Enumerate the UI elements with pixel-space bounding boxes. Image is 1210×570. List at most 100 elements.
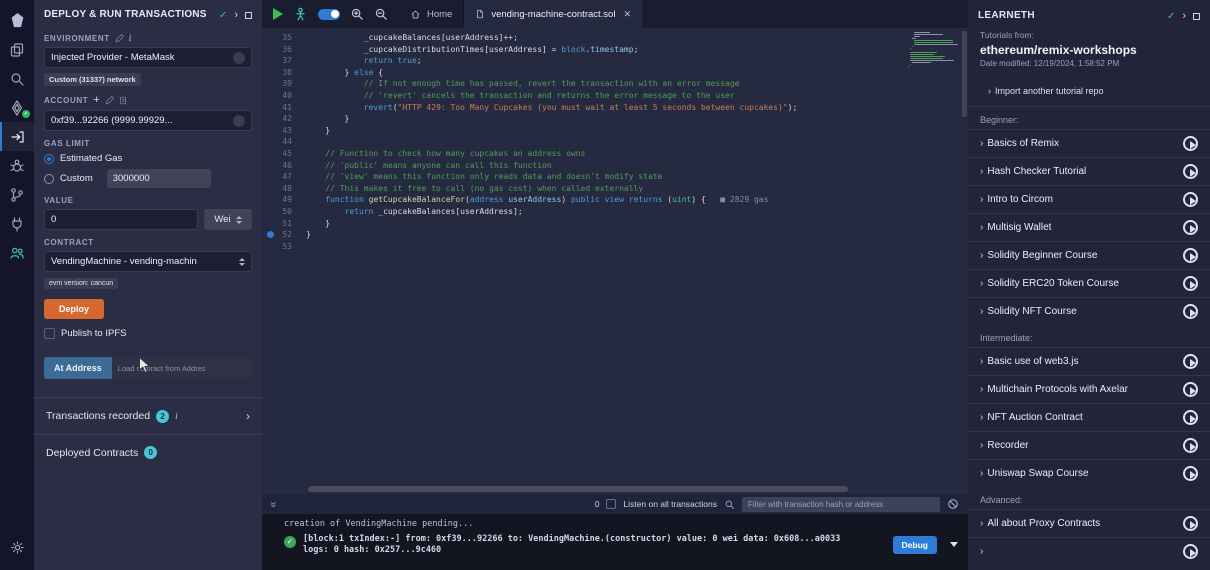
environment-options-icon[interactable] [233,52,245,64]
play-icon[interactable] [1183,304,1198,319]
tutorial-item[interactable]: ›Solidity Beginner Course [968,241,1210,269]
code-line[interactable]: // If not enough time has passed, revert… [306,78,908,90]
listen-transactions-checkbox[interactable] [606,499,616,509]
play-icon[interactable] [1183,466,1198,481]
editor-code[interactable]: _cupcakeBalances[userAddress]++; _cupcak… [306,28,908,494]
walkthrough-icon[interactable] [293,7,308,22]
code-line[interactable]: function getCupcakeBalanceFor(address us… [306,194,908,206]
tutorial-item[interactable]: ›Solidity ERC20 Token Course [968,269,1210,297]
settings-icon[interactable] [0,533,34,562]
tutorial-item[interactable]: ›NFT Auction Contract [968,403,1210,431]
run-script-icon[interactable] [273,8,283,20]
expand-transactions-icon[interactable]: › [246,409,250,423]
code-line[interactable] [306,241,908,253]
custom-gas-option[interactable]: Custom [44,169,252,188]
code-line[interactable]: // 'public' means anyone can call this f… [306,160,908,172]
code-line[interactable]: // 'view' means this function only reads… [306,171,908,183]
line-number[interactable]: 51 [262,218,306,230]
at-address-input[interactable] [112,364,252,373]
line-number[interactable]: 41 [262,102,306,114]
code-line[interactable]: } [306,125,908,137]
code-line[interactable]: return _cupcakeBalances[userAddress]; [306,206,908,218]
debug-button[interactable]: Debug [893,536,937,554]
search-icon[interactable] [0,64,34,93]
terminal-expand-icon[interactable]: « [269,501,280,507]
transaction-entry[interactable]: ✓ [block:1 txIndex:-] from: 0xf39...9226… [284,534,962,555]
play-icon[interactable] [1183,438,1198,453]
code-line[interactable]: } [306,229,908,241]
line-number[interactable]: 53 [262,241,306,253]
contract-select[interactable]: VendingMachine - vending-machin [44,251,252,272]
value-input[interactable] [44,209,198,230]
publish-ipfs-row[interactable]: Publish to IPFS [44,328,252,339]
line-number[interactable]: 52 [262,229,306,241]
close-tab-icon[interactable]: ✕ [623,9,631,20]
zoom-out-icon[interactable] [374,7,388,21]
line-number[interactable]: 42 [262,113,306,125]
tutorial-item[interactable]: ›Multisig Wallet [968,213,1210,241]
transactions-info-icon[interactable]: i [175,411,178,421]
line-number[interactable]: 39 [262,78,306,90]
account-select[interactable]: 0xf39...92266 (9999.99929... [44,110,252,131]
terminal[interactable]: creation of VendingMachine pending... ✓ … [262,514,968,570]
line-number[interactable]: 43 [262,125,306,137]
custom-gas-input[interactable] [107,169,211,188]
tutorial-item[interactable]: › [968,537,1210,565]
code-line[interactable]: } [306,218,908,230]
add-account-icon[interactable]: + [93,95,100,106]
tutorial-item[interactable]: ›Multichain Protocols with Axelar [968,375,1210,403]
line-number[interactable]: 37 [262,55,306,67]
block-listen-icon[interactable] [947,498,959,510]
editor-toggle-switch[interactable] [318,9,340,20]
estimated-gas-radio[interactable] [44,154,54,164]
plugin-manager-icon[interactable] [0,209,34,238]
code-line[interactable]: } [306,113,908,125]
learneth-plugin-icon[interactable] [0,238,34,267]
learneth-pin-icon[interactable] [1193,13,1200,20]
transactions-recorded-row[interactable]: Transactions recorded 2 i › [34,398,262,434]
tutorial-item[interactable]: ›All about Proxy Contracts [968,509,1210,537]
code-line[interactable]: revert("HTTP 429: Too Many Cupcakes (you… [306,102,908,114]
zoom-in-icon[interactable] [350,7,364,21]
environment-info-icon[interactable]: i [129,33,132,43]
sign-message-icon[interactable] [105,96,114,105]
deploy-run-icon[interactable] [0,122,34,151]
code-line[interactable]: _cupcakeDistributionTimes[userAddress] =… [306,44,908,56]
play-icon[interactable] [1183,516,1198,531]
collapse-tx-icon[interactable] [950,542,958,547]
line-number[interactable]: 46 [262,160,306,172]
line-number[interactable]: 36 [262,44,306,56]
copy-account-icon[interactable] [233,115,245,127]
debugger-icon[interactable] [0,151,34,180]
environment-select[interactable]: Injected Provider - MetaMask [44,47,252,68]
tutorial-item[interactable]: ›Intro to Circom [968,185,1210,213]
tutorial-item[interactable]: ›Recorder [968,431,1210,459]
code-editor[interactable]: 35363738394041424344454647484950515253 _… [262,28,968,494]
learneth-collapse-icon[interactable]: › [1182,11,1186,22]
code-line[interactable]: // This makes it free to call (no gas co… [306,183,908,195]
play-icon[interactable] [1183,410,1198,425]
tutorial-item[interactable]: ›Solidity NFT Course [968,297,1210,325]
code-line[interactable]: // Function to check how many cupcakes a… [306,148,908,160]
edit-environment-icon[interactable] [115,34,124,43]
play-icon[interactable] [1183,276,1198,291]
line-number[interactable]: 44 [262,136,306,148]
tutorial-item[interactable]: ›Hash Checker Tutorial [968,157,1210,185]
play-icon[interactable] [1183,136,1198,151]
tutorial-item[interactable]: ›Uniswap Swap Course [968,459,1210,487]
play-icon[interactable] [1183,248,1198,263]
file-explorer-icon[interactable] [0,35,34,64]
tutorial-item[interactable]: ›Basics of Remix [968,129,1210,157]
code-line[interactable]: // 'revert' cancels the transaction and … [306,90,908,102]
publish-ipfs-checkbox[interactable] [44,328,55,339]
pin-panel-icon[interactable] [245,12,252,19]
line-number[interactable]: 40 [262,90,306,102]
line-number[interactable]: 50 [262,206,306,218]
play-icon[interactable] [1183,354,1198,369]
tab-contract-file[interactable]: vending-machine-contract.sol ✕ [464,0,643,28]
value-unit-select[interactable]: Wei [204,209,252,230]
line-number[interactable]: 38 [262,67,306,79]
line-number[interactable]: 35 [262,32,306,44]
custom-gas-radio[interactable] [44,174,54,184]
delegate-icon[interactable] [119,96,128,105]
